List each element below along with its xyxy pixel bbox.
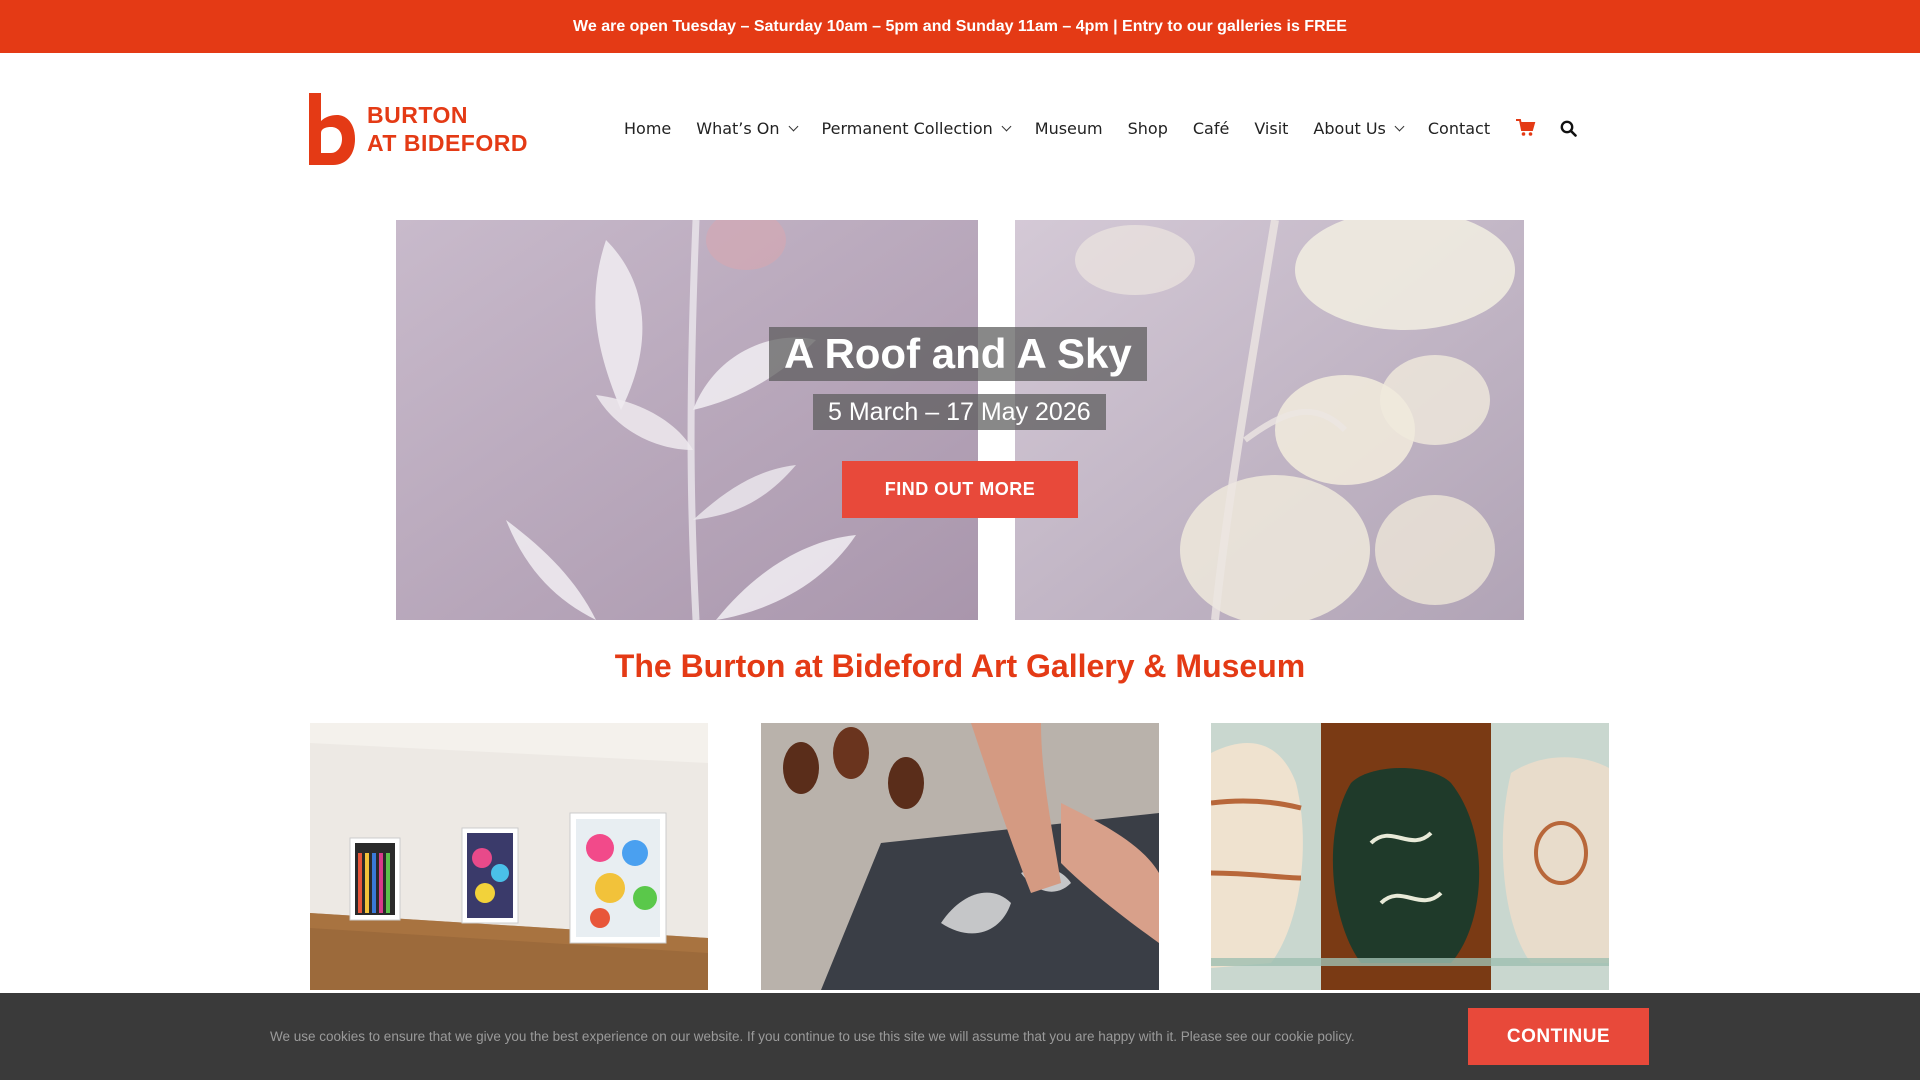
nav-contact[interactable]: Contact [1428,119,1490,138]
search-icon[interactable] [1557,117,1579,139]
nav-home[interactable]: Home [624,119,671,138]
nav-permanent-collection[interactable]: Permanent Collection [821,118,1012,138]
main-nav: Home What’s On Permanent Collection Muse… [624,113,1599,143]
card-image-ceramics[interactable] [1211,723,1609,990]
nav-cafe[interactable]: Café [1193,119,1229,138]
logo-line-1: BURTON [367,102,468,128]
nav-shop-label: Shop [1127,118,1168,138]
logo-text: BURTON AT BIDEFORD [367,101,528,157]
nav-about-us[interactable]: About Us [1313,118,1405,138]
hero-banner: A Roof and A Sky 5 March – 17 May 2026 F… [396,220,1524,620]
nav-whats-on-label: What’s On [696,118,780,138]
feature-cards [310,723,1610,990]
nav-visit-label: Visit [1254,118,1289,138]
hero-dates: 5 March – 17 May 2026 [813,394,1106,430]
card-image-gallery[interactable] [310,723,708,990]
nav-permanent-collection-label: Permanent Collection [821,118,993,138]
site-header: BURTON AT BIDEFORD Home What’s On Perman… [0,53,1920,198]
card-image-printmaking[interactable] [761,723,1159,990]
logo-line-2: AT BIDEFORD [367,130,528,156]
chevron-down-icon [1001,121,1012,131]
cookie-text: We use cookies to ensure that we give yo… [270,1029,1355,1044]
chevron-down-icon [1394,121,1405,131]
nav-about-us-label: About Us [1313,118,1386,138]
site-logo[interactable]: BURTON AT BIDEFORD [309,93,528,165]
nav-shop[interactable]: Shop [1128,119,1168,138]
nav-contact-label: Contact [1427,118,1491,138]
find-out-more-button[interactable]: FIND OUT MORE [842,461,1078,518]
hero-title: A Roof and A Sky [769,327,1147,381]
cookie-banner: We use cookies to ensure that we give yo… [0,993,1920,1080]
logo-mark-icon [309,93,355,165]
nav-visit[interactable]: Visit [1254,119,1288,138]
continue-button[interactable]: CONTINUE [1468,1008,1649,1065]
nav-museum-label: Museum [1034,118,1103,138]
chevron-down-icon [788,121,798,131]
announcement-bar: We are open Tuesday – Saturday 10am – 5p… [0,0,1920,53]
cart-icon[interactable] [1515,117,1537,139]
nav-museum[interactable]: Museum [1035,119,1103,138]
section-heading: The Burton at Bideford Art Gallery & Mus… [614,648,1306,684]
nav-cafe-label: Café [1192,118,1230,138]
nav-whats-on[interactable]: What’s On [696,118,798,138]
announcement-text: We are open Tuesday – Saturday 10am – 5p… [573,17,1347,35]
nav-home-label: Home [624,118,672,138]
